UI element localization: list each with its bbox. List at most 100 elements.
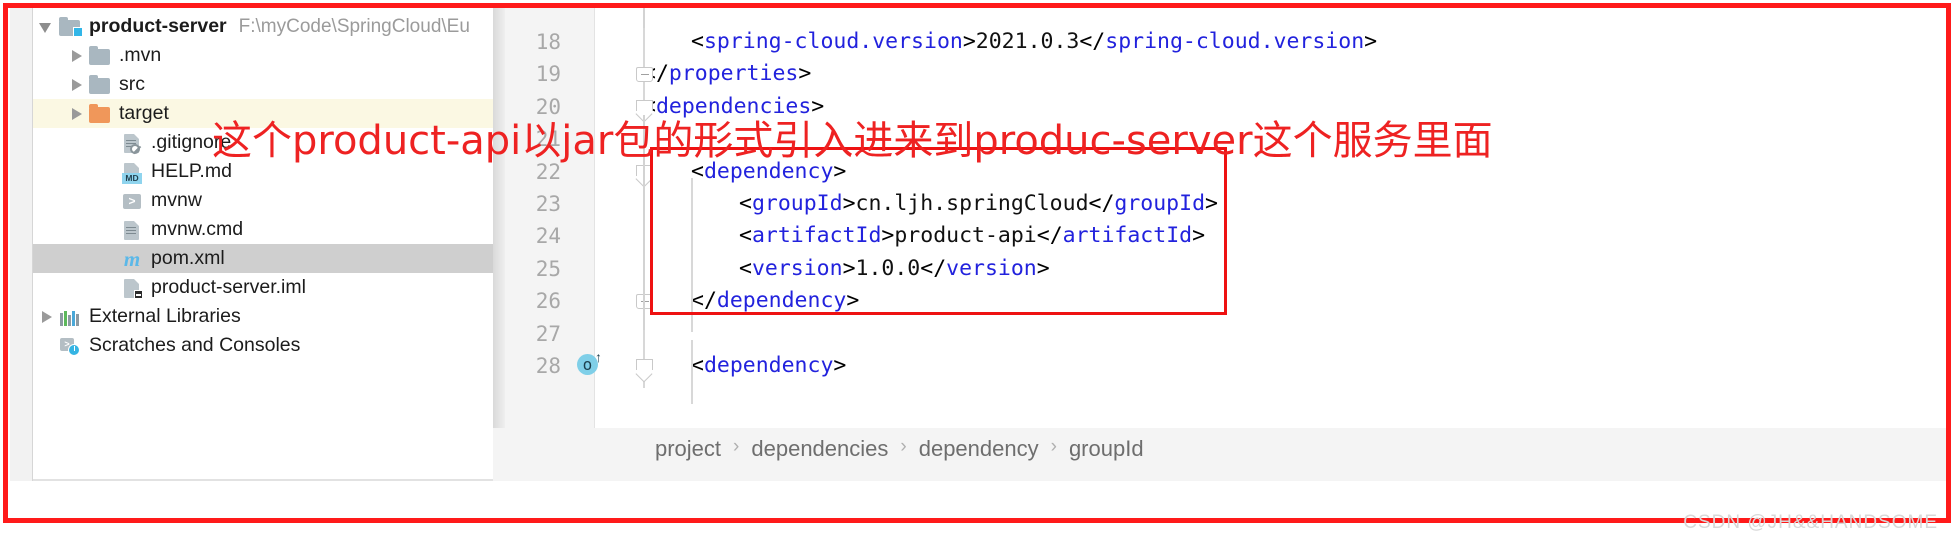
line-number: 26 — [535, 289, 561, 314]
chevron-right-icon[interactable] — [69, 107, 83, 121]
tree-item-label: External Libraries — [89, 304, 241, 327]
code-token: spring-cloud.version — [1105, 29, 1365, 54]
tree-item-scratches-and-consoles[interactable]: > Scratches and Consoles — [33, 331, 493, 360]
code-line[interactable]: <artifactId>product-api</artifactId> — [739, 220, 1205, 252]
code-token: cn.ljh.springCloud — [855, 191, 1089, 216]
code-token: > — [1205, 191, 1218, 216]
line-number: 25 — [535, 256, 561, 281]
line-number: 18 — [535, 30, 561, 54]
tree-item-pom-xml[interactable]: m pom.xml — [33, 244, 493, 273]
red-annotation-text: 这个product-api以jar包的形式引入进来到produc-server这… — [212, 118, 1493, 164]
project-tool-window: product-server F:\myCode\SpringCloud\Eu .m… — [10, 8, 493, 481]
code-editor[interactable]: <spring-cloud.version>2021.0.3</spring-c… — [493, 8, 1946, 481]
fold-region-bar — [643, 8, 645, 29]
code-token: </ — [1036, 223, 1063, 249]
tree-item-mvnw[interactable]: > mvnw — [33, 186, 493, 215]
text-file-icon — [121, 219, 143, 241]
line-number: 19 — [535, 62, 561, 87]
tree-item-product-server-iml[interactable]: product-server.iml — [33, 273, 493, 302]
code-token: > — [881, 223, 895, 249]
code-token: < — [739, 255, 752, 281]
shell-script-icon: > — [121, 190, 143, 212]
tree-item-src[interactable]: src — [33, 70, 493, 99]
code-line[interactable]: </properties> — [643, 58, 811, 90]
tree-item-label: src — [119, 72, 145, 95]
code-token: > — [962, 29, 976, 54]
code-token: </ — [1079, 29, 1106, 54]
code-token: < — [739, 191, 752, 216]
iml-file-icon — [121, 277, 143, 299]
tree-item-product-server[interactable]: product-server F:\myCode\SpringCloud\Eu — [33, 12, 493, 41]
code-token: artifactId — [1062, 223, 1193, 249]
code-text-area[interactable]: <spring-cloud.version>2021.0.3</spring-c… — [595, 8, 1946, 428]
breadcrumb-separator-icon: › — [1050, 436, 1057, 457]
folder-icon — [89, 74, 111, 96]
line-number: 24 — [535, 224, 561, 249]
gutter-override-marker-icon[interactable]: o ↑ — [577, 350, 602, 376]
breadcrumb-item[interactable]: groupId — [1069, 436, 1144, 462]
code-token: </ — [691, 288, 717, 314]
code-token: > — [1192, 223, 1206, 249]
code-line[interactable]: <dependency> — [691, 350, 846, 382]
code-token: spring-cloud.version — [703, 29, 963, 54]
code-line[interactable]: <groupId>cn.ljh.springCloud</groupId> — [739, 188, 1218, 220]
folder-orange-icon — [89, 103, 111, 125]
tree-item-mvn[interactable]: .mvn — [33, 41, 493, 70]
tool-window-stripe — [10, 8, 32, 481]
code-token: version — [751, 255, 843, 281]
breadcrumb[interactable]: project › dependencies › dependency › groupId — [595, 428, 1946, 481]
code-token: 2021.0.3 — [975, 29, 1080, 54]
code-token: groupId — [1114, 191, 1206, 216]
line-number: 27 — [535, 321, 561, 346]
chevron-right-icon[interactable] — [39, 310, 53, 324]
chevron-down-icon[interactable] — [39, 20, 53, 34]
code-line[interactable]: <spring-cloud.version>2021.0.3</spring-c… — [691, 26, 1377, 58]
tree-item-label: Scratches and Consoles — [89, 333, 301, 356]
code-line[interactable]: <version>1.0.0</version> — [739, 253, 1050, 285]
project-tree[interactable]: product-server F:\myCode\SpringCloud\Eu .m… — [33, 8, 493, 481]
code-token: </ — [920, 255, 947, 281]
module-folder-icon — [59, 16, 83, 38]
breadcrumb-item[interactable]: dependencies — [751, 436, 888, 462]
indent-guide — [691, 339, 693, 405]
breadcrumb-separator-icon: › — [733, 436, 740, 457]
code-token: product-api — [894, 223, 1037, 249]
fold-region-start-icon[interactable] — [636, 359, 653, 374]
breadcrumb-item[interactable]: project — [655, 436, 721, 462]
fold-collapse-icon[interactable] — [636, 294, 653, 310]
scratches-icon: > — [59, 335, 81, 357]
code-token: > — [833, 353, 847, 378]
code-line[interactable]: </dependency> — [691, 285, 859, 317]
code-token: < — [691, 353, 704, 378]
screenshot-root: product-server F:\myCode\SpringCloud\Eu .m… — [0, 0, 1956, 540]
code-token: > — [842, 191, 856, 216]
chevron-right-icon[interactable] — [69, 49, 83, 63]
fold-region-start-icon[interactable] — [636, 164, 653, 180]
code-token: properties — [668, 61, 799, 87]
tree-item-external-libraries[interactable]: External Libraries — [33, 302, 493, 331]
code-token: < — [739, 223, 752, 249]
csdn-watermark: CSDN @JH&&HANDSOME — [1683, 512, 1938, 533]
tree-item-label: product-server — [89, 14, 227, 37]
fold-region-bar — [643, 179, 645, 298]
code-token: version — [946, 255, 1037, 281]
ide-window: product-server F:\myCode\SpringCloud\Eu .m… — [10, 8, 1946, 481]
indent-guide — [691, 177, 693, 332]
breadcrumb-item[interactable]: dependency — [919, 436, 1039, 462]
code-token: groupId — [751, 191, 843, 216]
maven-file-icon: m — [123, 246, 141, 271]
fold-collapse-icon[interactable] — [636, 67, 653, 83]
chevron-right-icon[interactable] — [69, 78, 83, 92]
tree-item-mvnw-cmd[interactable]: mvnw.cmd — [33, 215, 493, 244]
editor-left-shadow — [493, 8, 505, 428]
line-number: 28 — [535, 354, 561, 378]
tree-item-label: mvnw — [151, 188, 202, 211]
breadcrumb-separator-icon: › — [900, 436, 907, 457]
external-libraries-icon — [59, 306, 81, 328]
code-token: </ — [1088, 191, 1115, 216]
